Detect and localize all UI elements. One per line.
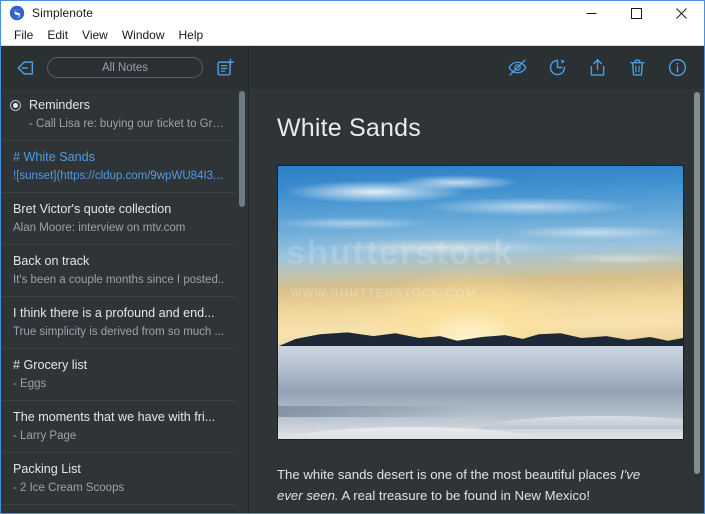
simplenote-logo-icon — [9, 5, 25, 21]
editor-scrollbar-thumb[interactable] — [694, 92, 700, 474]
history-clock-icon — [549, 59, 565, 76]
menu-item-edit[interactable]: Edit — [40, 25, 75, 45]
preview-eye-off-icon — [507, 59, 527, 76]
note-preview: ![sunset](https://cldup.com/9wpWU84I3... — [13, 170, 223, 182]
photo-dune-far — [480, 416, 683, 430]
note-title: Packing List — [13, 462, 81, 476]
notes-list[interactable]: Reminders - Call Lisa re: buying our tic… — [1, 89, 248, 513]
new-note-icon — [217, 58, 234, 76]
share-button[interactable] — [584, 55, 610, 81]
photo-dune-near — [278, 427, 570, 439]
note-preview: True simplicity is derived from so much … — [13, 326, 225, 338]
list-toolbar — [1, 46, 248, 89]
note-body-text-2: A real treasure to be found in New Mexic… — [338, 487, 591, 503]
note-preview: - 2 Ice Cream Scoops — [13, 482, 125, 494]
list-item[interactable]: Back on track It's been a couple months … — [1, 245, 237, 297]
list-item[interactable]: The moments that we have with fri... - L… — [1, 401, 237, 453]
trash-icon — [629, 59, 645, 76]
list-item[interactable]: I think there is a profound and end... T… — [1, 297, 237, 349]
note-title: Reminders — [29, 98, 90, 112]
menu-item-file[interactable]: File — [7, 25, 40, 45]
window-controls — [569, 1, 704, 25]
sunset-desert-photo: shutterstock WWW.SHUTTERSTOCK.COM — [277, 164, 684, 440]
menu-bar: File Edit View Window Help — [1, 25, 704, 46]
info-button[interactable] — [664, 55, 690, 81]
editor-content[interactable]: White Sands shutterstock — [249, 89, 691, 506]
app-body: Reminders - Call Lisa re: buying our tic… — [1, 46, 704, 513]
maximize-button[interactable] — [614, 1, 659, 25]
note-preview: - Larry Page — [13, 430, 77, 442]
note-title: # Grocery list — [13, 358, 88, 372]
list-item[interactable]: Packing List - 2 Ice Cream Scoops — [1, 453, 237, 505]
list-item[interactable]: # Grocery list - Eggs — [1, 349, 237, 401]
note-preview: It's been a couple months since I posted… — [13, 274, 225, 286]
menu-item-help[interactable]: Help — [172, 25, 211, 45]
menu-item-window[interactable]: Window — [115, 25, 172, 45]
note-editor-pane: White Sands shutterstock — [249, 46, 704, 513]
list-item[interactable]: # White Sands ![sunset](https://cldup.co… — [1, 141, 237, 193]
note-preview: - Call Lisa re: buying our ticket to Gre… — [29, 118, 227, 130]
note-title: I think there is a profound and end... — [13, 306, 215, 320]
list-item[interactable]: Bret Victor's quote collection Alan Moor… — [1, 193, 237, 245]
note-title: Back on track — [13, 254, 90, 268]
maximize-icon — [631, 7, 642, 19]
note-title: # White Sands — [13, 150, 95, 164]
editor-scroll-area[interactable]: White Sands shutterstock — [249, 89, 704, 513]
search-input[interactable] — [48, 61, 202, 74]
note-list-pane: Reminders - Call Lisa re: buying our tic… — [1, 46, 249, 513]
note-preview: - Eggs — [13, 378, 47, 390]
search-box[interactable] — [47, 57, 203, 78]
minimize-button[interactable] — [569, 1, 614, 25]
note-list-scrollbar-thumb[interactable] — [239, 91, 245, 207]
minimize-icon — [586, 12, 597, 14]
tag-icon — [17, 60, 34, 75]
list-item[interactable]: Reminders - Call Lisa re: buying our tic… — [1, 89, 237, 141]
photo-dune-shadow — [278, 406, 473, 418]
close-icon — [676, 7, 687, 19]
note-body-text-1: The white sands desert is one of the mos… — [277, 466, 621, 482]
close-button[interactable] — [659, 1, 704, 25]
editor-scrollbar[interactable] — [691, 89, 703, 513]
trash-button[interactable] — [624, 55, 650, 81]
simplenote-window: Simplenote File Edit View Window Help Al… — [0, 0, 705, 514]
photo-dunes — [278, 345, 683, 439]
note-body[interactable]: The white sands desert is one of the mos… — [277, 464, 661, 506]
note-preview: Alan Moore: interview on mtv.com — [13, 222, 186, 234]
pinned-note-icon — [10, 100, 21, 111]
title-bar: Simplenote — [1, 1, 704, 25]
info-icon — [668, 58, 686, 77]
tag-drawer-button[interactable] — [13, 55, 39, 81]
menu-item-view[interactable]: View — [75, 25, 115, 45]
note-title: Bret Victor's quote collection — [13, 202, 172, 216]
note-title: The moments that we have with fri... — [13, 410, 216, 424]
window-title: Simplenote — [32, 6, 94, 20]
history-button[interactable] — [544, 55, 570, 81]
note-list-scrollbar[interactable] — [236, 89, 247, 513]
markdown-preview-button[interactable] — [504, 55, 530, 81]
note-heading: White Sands — [277, 114, 421, 142]
editor-toolbar — [249, 46, 704, 89]
list-item[interactable]: Mission Sushi Restaurants — [1, 505, 237, 513]
new-note-button[interactable] — [212, 55, 238, 81]
share-upload-icon — [590, 59, 604, 76]
